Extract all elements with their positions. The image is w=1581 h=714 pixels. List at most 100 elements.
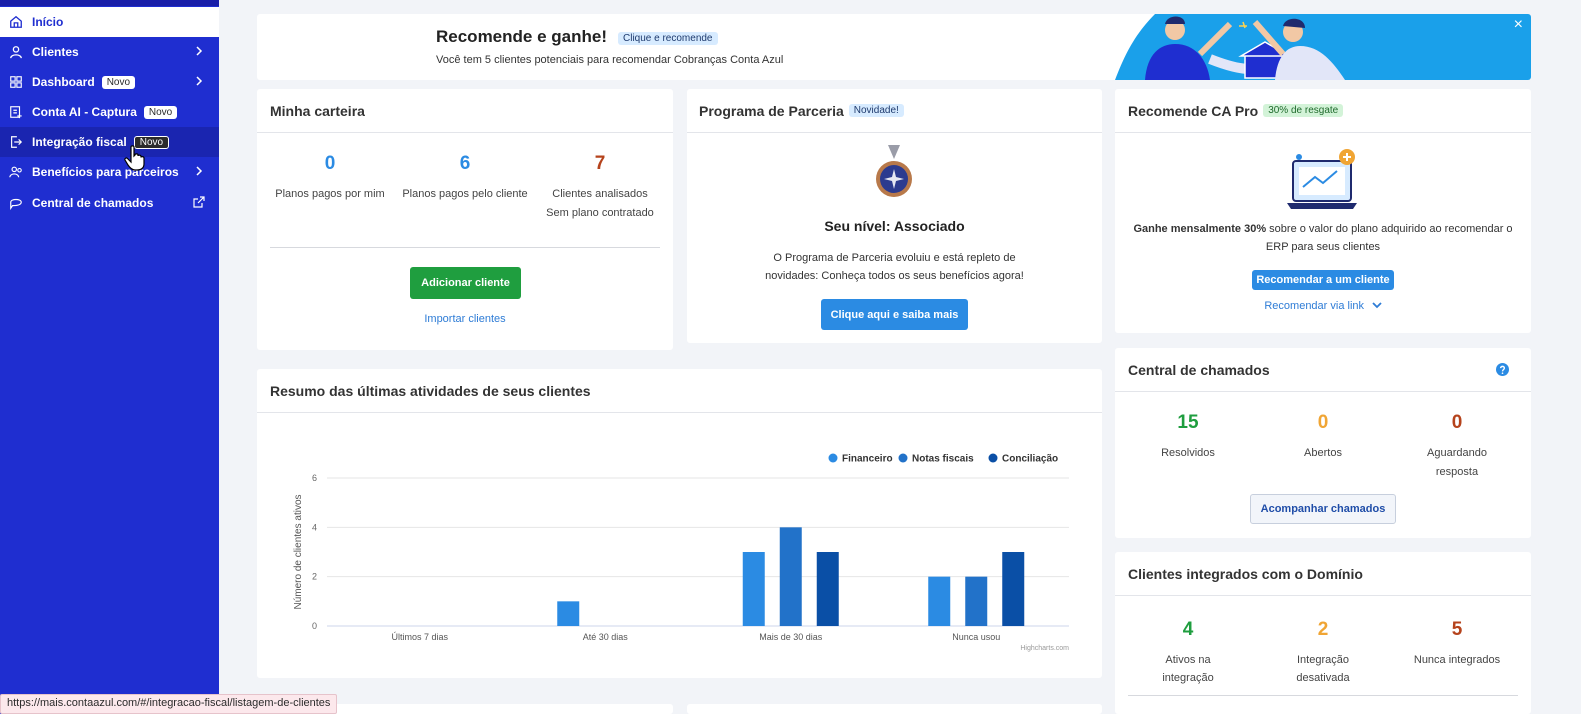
x-tick-label: Até 30 dias bbox=[583, 632, 629, 642]
bottom-card-right bbox=[687, 704, 1102, 714]
novidade-tag: Novidade! bbox=[848, 104, 904, 117]
activity-chart: 0 2 4 6 Número de clientes ativos Últimos 7 d… bbox=[293, 453, 1069, 652]
parceria-desc-1: O Programa de Parceria evoluiu e está re… bbox=[773, 252, 1016, 264]
y-axis-label: Número de clientes ativos bbox=[293, 494, 304, 609]
banner-title: Recomende e ganhe! bbox=[436, 27, 607, 46]
sidebar-item-dashboard[interactable]: Dashboard Novo bbox=[0, 67, 219, 97]
home-icon bbox=[0, 15, 32, 29]
x-tick-label: Mais de 30 dias bbox=[759, 632, 823, 642]
parceria-title: Programa de Parceria bbox=[699, 102, 844, 119]
chevron-down-icon[interactable] bbox=[1372, 301, 1382, 309]
sidebar-item-central-chamados[interactable]: Central de chamados bbox=[0, 188, 219, 218]
sidebar-item-clientes[interactable]: Clientes bbox=[0, 37, 219, 67]
capro-desc-rest: sobre o valor do plano adquirido ao reco… bbox=[1266, 223, 1513, 235]
user-icon bbox=[0, 45, 32, 59]
bar-financeiro bbox=[557, 601, 580, 626]
laptop-illustration bbox=[1287, 149, 1357, 209]
sidebar-item-label: Conta AI - Captura bbox=[32, 105, 137, 119]
new-badge: Novo bbox=[143, 105, 178, 119]
stat-value: 6 bbox=[459, 153, 471, 174]
capro-title: Recomende CA Pro bbox=[1128, 102, 1259, 119]
legend-marker bbox=[988, 453, 998, 463]
track-tickets-button[interactable]: Acompanhar chamados bbox=[1250, 494, 1396, 524]
help-icon[interactable] bbox=[1496, 363, 1509, 376]
stat-value: 0 bbox=[1451, 412, 1463, 433]
y-tick-label: 2 bbox=[312, 572, 317, 582]
capro-desc-2: ERP para seus clientes bbox=[1265, 241, 1381, 253]
stat-value: 2 bbox=[1317, 619, 1329, 640]
y-tick-label: 0 bbox=[312, 621, 317, 631]
bar-notas-fiscais bbox=[779, 527, 802, 626]
stat-label: Resolvidos bbox=[1161, 447, 1215, 459]
stat-abertos: 0 Abertos bbox=[1260, 412, 1386, 462]
medal-icon bbox=[876, 145, 912, 197]
bar-notas-fiscais bbox=[965, 576, 988, 626]
bar-financeiro bbox=[742, 552, 765, 626]
hand-cursor-icon bbox=[124, 145, 145, 171]
external-link-icon bbox=[193, 196, 205, 211]
bar-financeiro bbox=[928, 576, 951, 626]
stat-aguardando: 0 Aguardando resposta bbox=[1394, 412, 1520, 481]
sidebar-item-conta-ai[interactable]: Conta AI - Captura Novo bbox=[0, 97, 219, 127]
status-bar-url: https://mais.contaazul.com/#/integracao-… bbox=[0, 694, 338, 714]
sidebar-item-label: Início bbox=[32, 15, 64, 29]
stat-clientes-analisados: 7 Clientes analisados Sem plano contrata… bbox=[535, 153, 665, 222]
learn-more-button[interactable]: Clique aqui e saiba mais bbox=[821, 299, 968, 330]
legend-marker bbox=[898, 453, 908, 463]
y-tick-label: 4 bbox=[312, 522, 317, 532]
x-tick-label: Nunca usou bbox=[952, 632, 1000, 642]
parceria-header: Programa de Parceria Novidade! bbox=[687, 89, 1102, 133]
activity-card: Resumo das últimas atividades de seus cl… bbox=[257, 369, 1102, 678]
close-banner-button[interactable]: × bbox=[1514, 16, 1523, 34]
banner-subtitle: Você tem 5 clientes potenciais para reco… bbox=[436, 54, 784, 66]
stat-label: Ativos na bbox=[1165, 654, 1211, 666]
sidebar-item-inicio[interactable]: Início bbox=[0, 7, 219, 37]
people-highfive-illustration bbox=[1115, 14, 1345, 80]
sidebar-item-label: Dashboard bbox=[32, 75, 95, 89]
carteira-card: Minha carteira 0 Planos pagos por mim 6 … bbox=[257, 89, 673, 350]
divider bbox=[1128, 695, 1518, 696]
stat-nunca-integrados: 5 Nunca integrados bbox=[1394, 619, 1520, 669]
partner-level: Seu nível: Associado bbox=[824, 218, 965, 234]
chevron-right-icon bbox=[193, 75, 205, 90]
stat-label: Abertos bbox=[1304, 447, 1342, 459]
sidebar-item-label: Clientes bbox=[32, 45, 79, 59]
dashboard-icon bbox=[0, 75, 32, 89]
stat-label-2: Sem plano contratado bbox=[546, 207, 654, 219]
capro-desc-1: Ganhe mensalmente 30% sobre o valor do p… bbox=[1115, 223, 1531, 235]
parceria-desc-2: novidades: Conheça todos os seus benefíc… bbox=[765, 270, 1024, 282]
y-tick-label: 6 bbox=[312, 473, 317, 483]
sidebar-item-integracao-fiscal[interactable]: Integração fiscal Novo bbox=[0, 127, 219, 157]
stat-planos-pagos-pelo-cliente: 6 Planos pagos pelo cliente bbox=[397, 153, 533, 203]
capro-card: Recomende CA Pro 30% de resgate Ganhe me… bbox=[1115, 89, 1531, 333]
capro-header: Recomende CA Pro 30% de resgate bbox=[1115, 89, 1531, 133]
recommend-client-button[interactable]: Recomendar a um cliente bbox=[1252, 270, 1394, 290]
stat-integracao-desativada: 2 Integração desativada bbox=[1260, 619, 1386, 687]
recommend-banner[interactable]: Recomende e ganhe! Clique e recomende Vo… bbox=[257, 14, 1531, 80]
activity-title: Resumo das últimas atividades de seus cl… bbox=[257, 369, 1102, 413]
import-clients-link[interactable]: Importar clientes bbox=[397, 313, 533, 325]
chart-credit: Highcharts.com bbox=[1020, 645, 1069, 652]
stat-label: Planos pagos pelo cliente bbox=[402, 188, 528, 200]
banner-tag[interactable]: Clique e recomende bbox=[618, 32, 718, 45]
stat-label: Nunca integrados bbox=[1413, 654, 1501, 666]
recommend-link-row[interactable]: Recomendar via link bbox=[1115, 297, 1531, 312]
chat-icon bbox=[0, 196, 32, 210]
sidebar-item-beneficios[interactable]: Benefícios para parceiros bbox=[0, 157, 219, 187]
capro-desc-bold: Ganhe mensalmente 30% bbox=[1133, 223, 1267, 235]
sidebar-item-label: Integração fiscal bbox=[32, 135, 127, 149]
chamados-card: Central de chamados 15 Resolvidos 0 Aber… bbox=[1115, 348, 1531, 538]
legend-label: Financeiro bbox=[842, 454, 893, 465]
bar-conciliação bbox=[816, 552, 839, 626]
stat-value: 0 bbox=[1317, 412, 1329, 433]
sidebar-top-line bbox=[0, 0, 219, 6]
recommend-via-link[interactable]: Recomendar via link bbox=[1264, 300, 1364, 312]
stat-ativos-integracao: 4 Ativos na integração bbox=[1125, 619, 1251, 687]
stat-value: 7 bbox=[594, 153, 606, 174]
banner-illustration: × bbox=[1115, 14, 1531, 80]
stat-label: Clientes analisados bbox=[552, 188, 648, 200]
parceria-card: Programa de Parceria Novidade! Seu nível… bbox=[687, 89, 1102, 343]
resgate-tag: 30% de resgate bbox=[1263, 104, 1344, 117]
stat-resolvidos: 15 Resolvidos bbox=[1125, 412, 1251, 462]
add-client-button[interactable]: Adicionar cliente bbox=[410, 267, 521, 299]
